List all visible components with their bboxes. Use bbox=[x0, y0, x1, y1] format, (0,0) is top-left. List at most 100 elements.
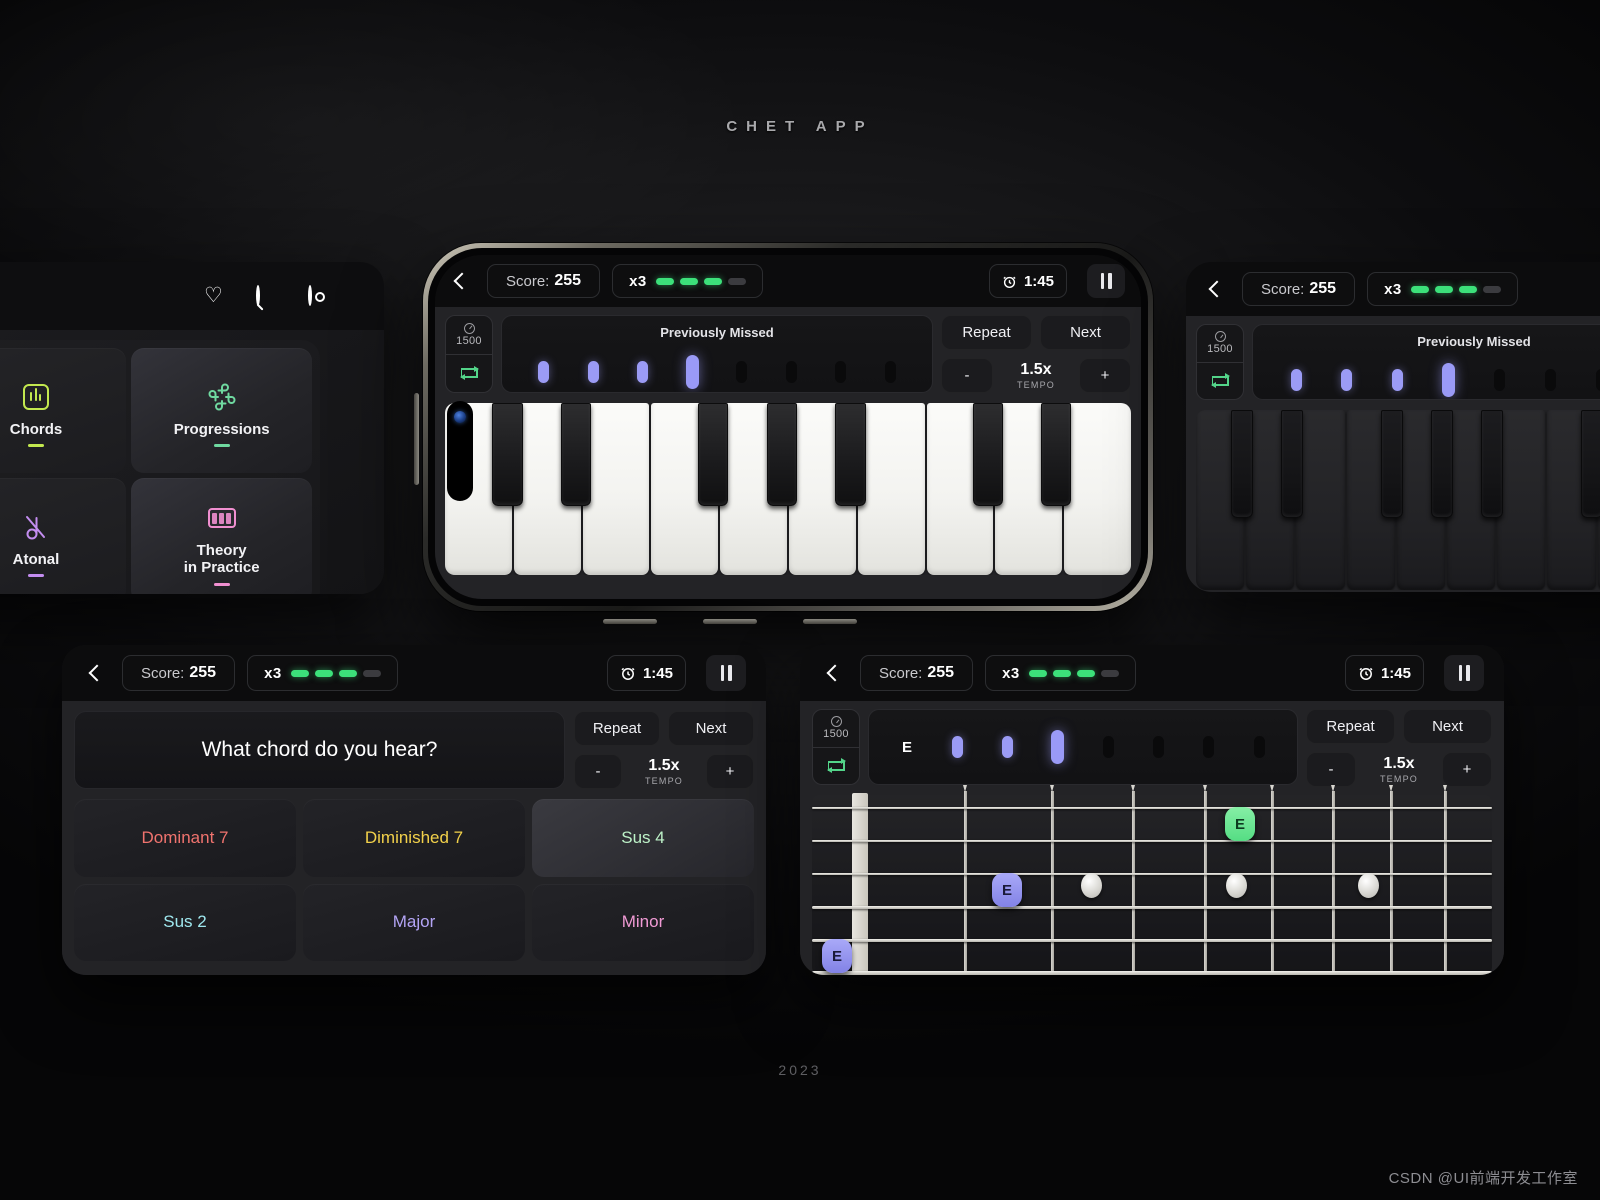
note-slot[interactable] bbox=[668, 355, 717, 389]
answer-option-sus-2[interactable]: Sus 2 bbox=[74, 883, 296, 961]
piano-keyboard[interactable] bbox=[1196, 410, 1600, 590]
pause-button[interactable] bbox=[1444, 655, 1484, 691]
note-slot[interactable] bbox=[519, 361, 568, 383]
repeat-button[interactable]: Repeat bbox=[574, 711, 660, 746]
piano-keyboard[interactable] bbox=[445, 403, 1131, 575]
fret-marker-e-high[interactable]: E bbox=[1225, 807, 1255, 841]
tempo-increase-button[interactable]: + bbox=[1442, 752, 1492, 787]
phone-bottom-buttons[interactable] bbox=[603, 619, 857, 624]
back-button[interactable] bbox=[822, 660, 848, 686]
note-slot[interactable] bbox=[1474, 369, 1525, 391]
note-slot[interactable] bbox=[932, 736, 982, 758]
metronome-icon bbox=[1214, 331, 1226, 343]
note-track bbox=[502, 352, 932, 392]
piano-black-key[interactable] bbox=[698, 403, 729, 507]
repeat-button[interactable]: Repeat bbox=[941, 315, 1032, 350]
note-slot[interactable] bbox=[1184, 736, 1234, 758]
note-slot[interactable] bbox=[1322, 369, 1373, 391]
category-tile-theory-in-practice[interactable]: Theory in Practice bbox=[131, 478, 312, 594]
category-tile-progressions[interactable]: Progressions bbox=[131, 348, 312, 473]
note-slot[interactable] bbox=[865, 361, 914, 383]
piano-black-key[interactable] bbox=[972, 403, 1003, 507]
guitar-string[interactable] bbox=[812, 906, 1492, 909]
fret-marker-e-low[interactable]: E bbox=[822, 939, 852, 973]
search-icon[interactable] bbox=[256, 285, 278, 307]
answer-option-sus-4[interactable]: Sus 4 bbox=[532, 799, 754, 877]
note-slot[interactable] bbox=[1234, 736, 1284, 758]
note-slot[interactable] bbox=[1271, 369, 1322, 391]
note-slot[interactable] bbox=[1423, 363, 1474, 397]
repeat-button[interactable]: Repeat bbox=[1306, 709, 1395, 744]
note-slot[interactable] bbox=[1133, 736, 1183, 758]
phone-side-button[interactable] bbox=[414, 393, 419, 485]
pause-button[interactable] bbox=[1087, 264, 1125, 298]
gear-icon[interactable] bbox=[308, 285, 330, 307]
note-slot[interactable] bbox=[766, 361, 815, 383]
answer-option-minor[interactable]: Minor bbox=[532, 883, 754, 961]
piano-black-key[interactable] bbox=[1430, 410, 1453, 518]
piano-black-key[interactable] bbox=[1580, 410, 1600, 518]
answer-option-diminished-7[interactable]: Diminished 7 bbox=[303, 799, 525, 877]
back-button[interactable] bbox=[1204, 276, 1230, 302]
piano-white-key[interactable] bbox=[1497, 410, 1546, 590]
piano-black-key[interactable] bbox=[560, 403, 592, 507]
back-button[interactable] bbox=[84, 660, 110, 686]
guitar-string[interactable] bbox=[812, 939, 1492, 943]
note-slot[interactable] bbox=[816, 361, 865, 383]
tempo-label: TEMPO bbox=[644, 776, 683, 786]
next-button[interactable]: Next bbox=[668, 711, 754, 746]
multiplier-chip: x3 bbox=[1367, 272, 1518, 306]
piano-black-key[interactable] bbox=[1280, 410, 1303, 518]
category-tile-chords[interactable]: Chords bbox=[0, 348, 127, 473]
tempo-decrease-button[interactable]: - bbox=[941, 358, 993, 393]
guitar-string[interactable] bbox=[812, 971, 1492, 975]
piano-white-key[interactable] bbox=[857, 403, 925, 575]
piano-black-key[interactable] bbox=[1041, 403, 1072, 507]
note-slot[interactable] bbox=[982, 736, 1032, 758]
loop-icon bbox=[826, 758, 846, 773]
piano-black-key[interactable] bbox=[1230, 410, 1253, 518]
game-hud: Score: 255 x3 1:45 bbox=[62, 645, 766, 701]
tempo-decrease-button[interactable]: - bbox=[574, 754, 622, 789]
note-slot[interactable] bbox=[1372, 369, 1423, 391]
pinwheel-icon bbox=[208, 378, 236, 416]
stage-label: Previously Missed bbox=[1417, 334, 1531, 349]
answer-option-major[interactable]: Major bbox=[303, 883, 525, 961]
guitar-fretboard[interactable]: E E E bbox=[812, 785, 1492, 975]
piano-white-key[interactable] bbox=[1064, 403, 1131, 575]
piano-white-key[interactable] bbox=[1296, 410, 1345, 590]
piano-black-key[interactable] bbox=[835, 403, 866, 507]
loop-toggle[interactable] bbox=[446, 355, 492, 393]
note-slot[interactable] bbox=[717, 361, 766, 383]
loop-toggle[interactable] bbox=[1197, 363, 1243, 400]
note-slot[interactable] bbox=[1033, 730, 1083, 764]
fret-marker-e-mid[interactable]: E bbox=[992, 873, 1022, 907]
back-button[interactable] bbox=[449, 268, 475, 294]
piano-black-key[interactable] bbox=[1480, 410, 1503, 518]
note-slot[interactable] bbox=[1576, 369, 1600, 391]
pause-button[interactable] bbox=[706, 655, 746, 691]
next-button[interactable]: Next bbox=[1040, 315, 1131, 350]
guitar-string[interactable] bbox=[812, 807, 1492, 809]
piano-white-key[interactable] bbox=[582, 403, 650, 575]
note-slot[interactable] bbox=[618, 361, 667, 383]
score-value: 255 bbox=[927, 664, 955, 681]
piano-black-key[interactable] bbox=[1380, 410, 1403, 518]
answer-option-dominant-7[interactable]: Dominant 7 bbox=[74, 799, 296, 877]
tempo-decrease-button[interactable]: - bbox=[1306, 752, 1356, 787]
tempo-increase-button[interactable]: + bbox=[706, 754, 754, 789]
note-slot[interactable] bbox=[1083, 736, 1133, 758]
piano-black-key[interactable] bbox=[492, 403, 523, 507]
game-content: 1500 Previously Missed bbox=[1186, 316, 1600, 592]
loop-icon bbox=[459, 366, 479, 380]
category-tile-atonal[interactable]: Atonal bbox=[0, 478, 127, 594]
heart-icon[interactable]: ♡ bbox=[204, 285, 226, 307]
piano-black-key[interactable] bbox=[766, 403, 797, 507]
note-slot[interactable] bbox=[1525, 369, 1576, 391]
guitar-nut bbox=[852, 793, 868, 975]
loop-toggle[interactable] bbox=[813, 748, 859, 785]
guitar-string[interactable] bbox=[812, 840, 1492, 842]
note-slot[interactable] bbox=[569, 361, 618, 383]
tempo-increase-button[interactable]: + bbox=[1079, 358, 1131, 393]
next-button[interactable]: Next bbox=[1403, 709, 1492, 744]
